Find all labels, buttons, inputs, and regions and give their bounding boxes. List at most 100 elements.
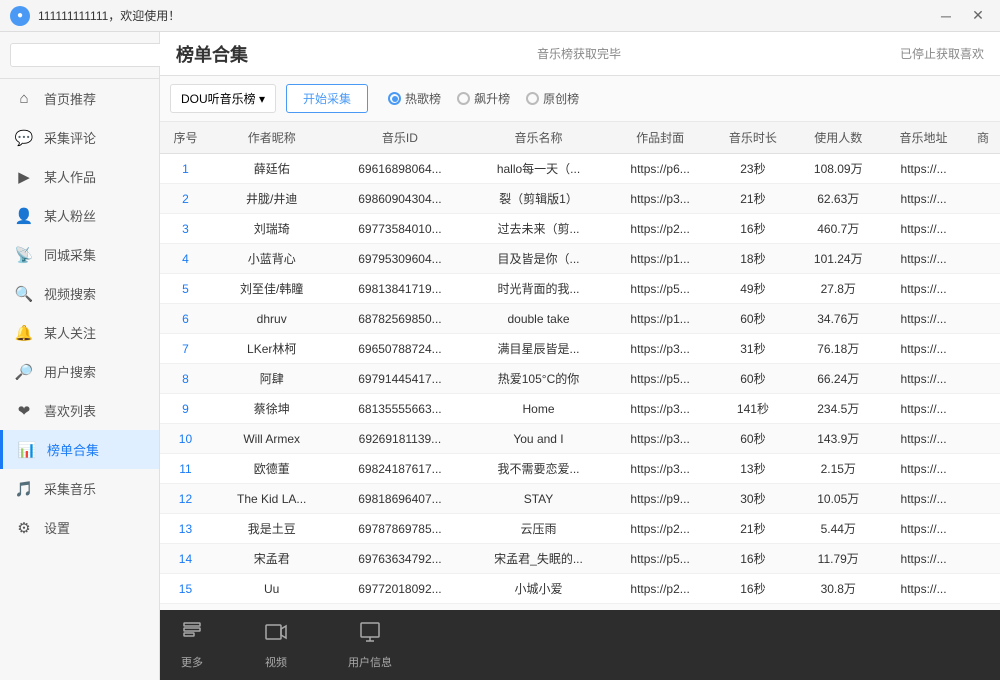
table-cell [966,154,1000,184]
table-cell: 刘至佳/韩瞳 [211,274,333,304]
start-collect-button[interactable]: 开始采集 [286,84,368,113]
radio-rising-label: 飙升榜 [474,90,510,107]
search-input[interactable] [10,43,183,67]
table-cell: 过去未来（剪... [467,214,609,244]
table-cell: https://p3... [610,454,711,484]
table-cell: https://... [881,214,966,244]
radio-hot-dot [388,92,401,105]
sidebar-item-person-follow[interactable]: 🔔某人关注 [0,313,159,352]
table-cell: STAY [467,484,609,514]
sidebar-item-local-collect[interactable]: 📡同城采集 [0,235,159,274]
table-cell: 目及皆是你（... [467,244,609,274]
toolbar: DOU听音乐榜 ▾ 开始采集 热歌榜 飙升榜 原创榜 [160,76,1000,122]
content-header: 榜单合集 音乐榜获取完毕 已停止获取喜欢 [160,32,1000,76]
table-row[interactable]: 14宋孟君69763634792...宋孟君_失眠的...https://p5.… [160,544,1000,574]
table-cell: 18秒 [711,244,796,274]
table-body: 1薛廷佑69616898064...hallo每一天（...https://p6… [160,154,1000,611]
sidebar-item-video-search[interactable]: 🔍视频搜索 [0,274,159,313]
table-cell [966,424,1000,454]
more-icon [180,620,204,650]
table-row[interactable]: 12The Kid LA...69818696407...STAYhttps:/… [160,484,1000,514]
radio-original-dot [526,92,539,105]
table-cell: https://p5... [610,544,711,574]
sidebar-item-person-works[interactable]: ▶某人作品 [0,157,159,196]
radio-hot[interactable]: 热歌榜 [388,90,441,107]
favorites-label: 喜欢列表 [44,401,96,420]
sidebar-item-user-search[interactable]: 🔎用户搜索 [0,352,159,391]
local-collect-label: 同城采集 [44,245,96,264]
table-cell: 69787869785... [333,514,468,544]
sidebar-item-home[interactable]: ⌂首页推荐 [0,79,159,118]
settings-label: 设置 [44,518,70,537]
table-row[interactable]: 8阿肆69791445417...热爱105°C的你https://p5...6… [160,364,1000,394]
sidebar-item-person-fans[interactable]: 👤某人粉丝 [0,196,159,235]
bottom-nav-more[interactable]: 更多 [180,620,204,670]
table-cell: https://... [881,364,966,394]
table-cell: 11 [160,454,211,484]
table-cell: 我是土豆 [211,514,333,544]
collect-music-icon: 🎵 [14,480,34,498]
app-icon: ● [10,6,30,26]
table-cell: 13 [160,514,211,544]
sidebar-item-charts[interactable]: 📊榜单合集 [0,430,159,469]
radio-original[interactable]: 原创榜 [526,90,579,107]
table-cell: 3 [160,214,211,244]
table-cell: 时光背面的我... [467,274,609,304]
video-icon [264,620,288,650]
table-cell: 23秒 [711,154,796,184]
table-cell: 143.9万 [795,424,881,454]
bottom-nav-userinfo[interactable]: 用户信息 [348,620,392,670]
table-row[interactable]: 10Will Armex69269181139...You and Ihttps… [160,424,1000,454]
table-cell: 60秒 [711,304,796,334]
sidebar: 🔍 ⌂首页推荐💬采集评论▶某人作品👤某人粉丝📡同城采集🔍视频搜索🔔某人关注🔎用户… [0,32,160,680]
radio-rising[interactable]: 飙升榜 [457,90,510,107]
close-button[interactable]: ✕ [966,7,990,25]
col-header: 商 [966,122,1000,154]
table-cell: https://... [881,484,966,514]
chart-dropdown[interactable]: DOU听音乐榜 ▾ [170,84,276,113]
bottom-userinfo-label: 用户信息 [348,654,392,670]
table-cell: 10.05万 [795,484,881,514]
radio-original-label: 原创榜 [543,90,579,107]
table-row[interactable]: 2井胧/井迪69860904304...裂（剪辑版1）https://p3...… [160,184,1000,214]
table-cell: 69860904304... [333,184,468,214]
sidebar-item-comment[interactable]: 💬采集评论 [0,118,159,157]
table-row[interactable]: 15Uu69772018092...小城小爱https://p2...16秒30… [160,574,1000,604]
table-cell: 宋孟君_失眠的... [467,544,609,574]
table-cell: 井胧/井迪 [211,184,333,214]
table-cell: 6 [160,304,211,334]
table-row[interactable]: 13我是土豆69787869785...云压雨https://p2...21秒5… [160,514,1000,544]
sidebar-item-favorites[interactable]: ❤ 喜欢列表 [0,391,159,430]
person-fans-label: 某人粉丝 [44,206,96,225]
table-cell: 76.18万 [795,334,881,364]
minimize-button[interactable]: ─ [934,7,958,25]
table-cell [966,394,1000,424]
sidebar-item-collect-music[interactable]: 🎵采集音乐 [0,469,159,508]
table-row[interactable]: 6dhruv68782569850...double takehttps://p… [160,304,1000,334]
table-header: 序号作者昵称音乐ID音乐名称作品封面音乐时长使用人数音乐地址商 [160,122,1000,154]
favorites-icon: ❤ [14,402,34,420]
charts-icon: 📊 [17,441,37,459]
table-row[interactable]: 3刘瑞琦69773584010...过去未来（剪...https://p2...… [160,214,1000,244]
comment-label: 采集评论 [44,128,96,147]
table-row[interactable]: 11欧德董69824187617...我不需要恋爱...https://p3..… [160,454,1000,484]
table-row[interactable]: 4小蓝背心69795309604...目及皆是你（...https://p1..… [160,244,1000,274]
table-cell: 21秒 [711,514,796,544]
bottom-more-label: 更多 [181,654,203,670]
sidebar-item-settings[interactable]: ⚙设置 [0,508,159,547]
table-row[interactable]: 9蔡徐坤68135555663...Homehttps://p3...141秒2… [160,394,1000,424]
table-row[interactable]: 1薛廷佑69616898064...hallo每一天（...https://p6… [160,154,1000,184]
table-cell: https://... [881,544,966,574]
table-cell: 16秒 [711,544,796,574]
table-row[interactable]: 5刘至佳/韩瞳69813841719...时光背面的我...https://p5… [160,274,1000,304]
table-cell [966,484,1000,514]
table-cell: 69773584010... [333,214,468,244]
table-cell: 7 [160,334,211,364]
table-cell: https://p2... [610,214,711,244]
table-cell: 16秒 [711,214,796,244]
bottom-nav-video[interactable]: 视频 [264,620,288,670]
table-cell: https://... [881,574,966,604]
table-cell: 69763634792... [333,544,468,574]
table-row[interactable]: 7LKer林柯69650788724...满目星辰皆是...https://p3… [160,334,1000,364]
table-cell: 15 [160,574,211,604]
